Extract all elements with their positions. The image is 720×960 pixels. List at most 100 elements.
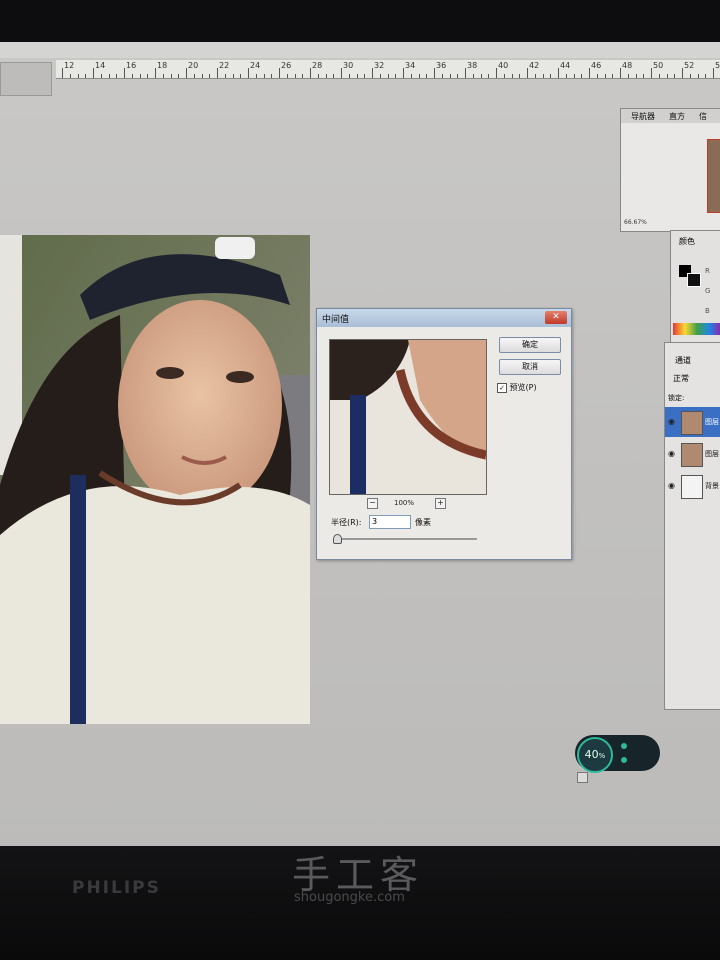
tab-navigator[interactable]: 导航器 — [631, 111, 655, 122]
ruler-label: 30 — [343, 61, 354, 70]
ruler-minor-tick — [364, 74, 366, 78]
radius-slider-track[interactable] — [335, 538, 477, 540]
ruler-tick — [403, 68, 404, 78]
badge-unit: % — [598, 752, 606, 760]
ruler-minor-tick — [178, 74, 180, 78]
ruler-minor-tick — [643, 74, 645, 78]
background-swatch[interactable] — [687, 273, 701, 287]
radius-unit: 像素 — [415, 518, 431, 527]
ruler-minor-tick — [581, 74, 583, 78]
ruler-minor-tick — [356, 74, 358, 78]
ruler-label: 38 — [467, 61, 478, 70]
navigator-zoom[interactable]: 66.67% — [624, 219, 647, 226]
ok-button[interactable]: 确定 — [499, 337, 561, 353]
layer-name: 图层 — [705, 418, 719, 426]
eye-icon[interactable]: ◉ — [668, 417, 675, 426]
ruler-minor-tick — [534, 74, 536, 78]
monitor-brand: PHILIPS — [72, 878, 161, 898]
ruler-minor-tick — [689, 74, 691, 78]
zoom-in-button[interactable]: + — [435, 498, 446, 509]
speed-badge[interactable]: 40% — [575, 735, 660, 773]
ruler-minor-tick — [302, 74, 304, 78]
tab-channels[interactable]: 通道 — [675, 355, 691, 366]
ruler-minor-tick — [379, 74, 381, 78]
monitor-screen: 12 14 16 18 20 22 24 26 28 30 32 34 36 38 40 42 44 46 48 50… — [0, 42, 720, 848]
ruler-minor-tick — [271, 74, 273, 78]
ruler-minor-tick — [596, 74, 598, 78]
ruler-minor-tick — [666, 74, 668, 78]
ruler-minor-tick — [410, 74, 412, 78]
ruler-label: 32 — [374, 61, 385, 70]
zoom-out-button[interactable]: − — [367, 498, 378, 509]
layer-thumbnail — [681, 411, 703, 435]
ruler-minor-tick — [232, 74, 234, 78]
ruler-minor-tick — [286, 74, 288, 78]
ruler-minor-tick — [573, 74, 575, 78]
ruler-tick — [279, 68, 280, 78]
eye-icon[interactable]: ◉ — [668, 449, 675, 458]
ruler-minor-tick — [333, 74, 335, 78]
tab-color[interactable]: 颜色 — [679, 236, 695, 247]
document-canvas[interactable] — [0, 235, 310, 724]
portrait-photo — [0, 235, 310, 724]
layer-row[interactable]: ◉ 背景 — [665, 471, 720, 501]
ruler-tick — [217, 68, 218, 78]
ruler-minor-tick — [348, 74, 350, 78]
indicator-dot — [621, 743, 627, 749]
navigator-panel: 导航器 直方 信 66.67% — [620, 108, 720, 232]
radius-slider-handle[interactable] — [333, 534, 342, 544]
ruler-minor-tick — [542, 74, 544, 78]
ruler-label: 50 — [653, 61, 664, 70]
color-spectrum[interactable] — [673, 323, 720, 335]
small-checkbox[interactable] — [577, 772, 588, 783]
eye-icon[interactable]: ◉ — [668, 481, 675, 490]
ruler-minor-tick — [325, 74, 327, 78]
ruler-corner — [0, 62, 52, 96]
preview-checkbox[interactable]: ✓ 预览(P) — [497, 382, 537, 393]
ruler-minor-tick — [147, 74, 149, 78]
ruler-minor-tick — [426, 74, 428, 78]
ruler-minor-tick — [697, 74, 699, 78]
close-icon[interactable]: ✕ — [545, 311, 567, 324]
ruler-tick — [62, 68, 63, 78]
radius-input[interactable]: 3 — [369, 515, 411, 529]
cancel-button[interactable]: 取消 — [499, 359, 561, 375]
ruler-label: 20 — [188, 61, 199, 70]
badge-value: 40 — [584, 748, 599, 761]
layer-row[interactable]: ◉ 图层 — [665, 407, 720, 437]
dialog-title: 中间值 — [322, 315, 350, 325]
blend-mode-select[interactable]: 正常 — [673, 373, 689, 384]
ruler-minor-tick — [395, 74, 397, 78]
navigator-tabs: 导航器 直方 信 — [621, 109, 720, 123]
ruler-minor-tick — [612, 74, 614, 78]
indicator-dot — [621, 757, 627, 763]
ruler-tick — [558, 68, 559, 78]
ruler-label: 40 — [498, 61, 509, 70]
tab-histogram[interactable]: 直方 — [669, 111, 685, 122]
ruler-minor-tick — [170, 74, 172, 78]
layer-row[interactable]: ◉ 图层 — [665, 439, 720, 469]
ruler-minor-tick — [131, 74, 133, 78]
channel-r: R — [705, 267, 710, 275]
tab-info[interactable]: 信 — [699, 111, 707, 122]
ruler-minor-tick — [457, 74, 459, 78]
ruler-minor-tick — [209, 74, 211, 78]
ruler-minor-tick — [224, 74, 226, 78]
dialog-title-bar[interactable]: 中间值 ✕ — [317, 309, 571, 327]
filter-preview[interactable] — [329, 339, 487, 495]
ruler-tick — [589, 68, 590, 78]
ruler-label: 46 — [591, 61, 602, 70]
checkmark-icon: ✓ — [497, 382, 507, 393]
badge-circle: 40% — [577, 737, 613, 773]
ruler-minor-tick — [69, 74, 71, 78]
ruler-tick — [341, 68, 342, 78]
ruler-minor-tick — [387, 74, 389, 78]
ruler-tick — [372, 68, 373, 78]
ruler-minor-tick — [85, 74, 87, 78]
ruler-minor-tick — [418, 74, 420, 78]
ruler-minor-tick — [503, 74, 505, 78]
ruler-minor-tick — [511, 74, 513, 78]
navigator-thumbnail[interactable] — [707, 139, 720, 213]
ruler-minor-tick — [201, 74, 203, 78]
channel-g: G — [705, 287, 711, 295]
